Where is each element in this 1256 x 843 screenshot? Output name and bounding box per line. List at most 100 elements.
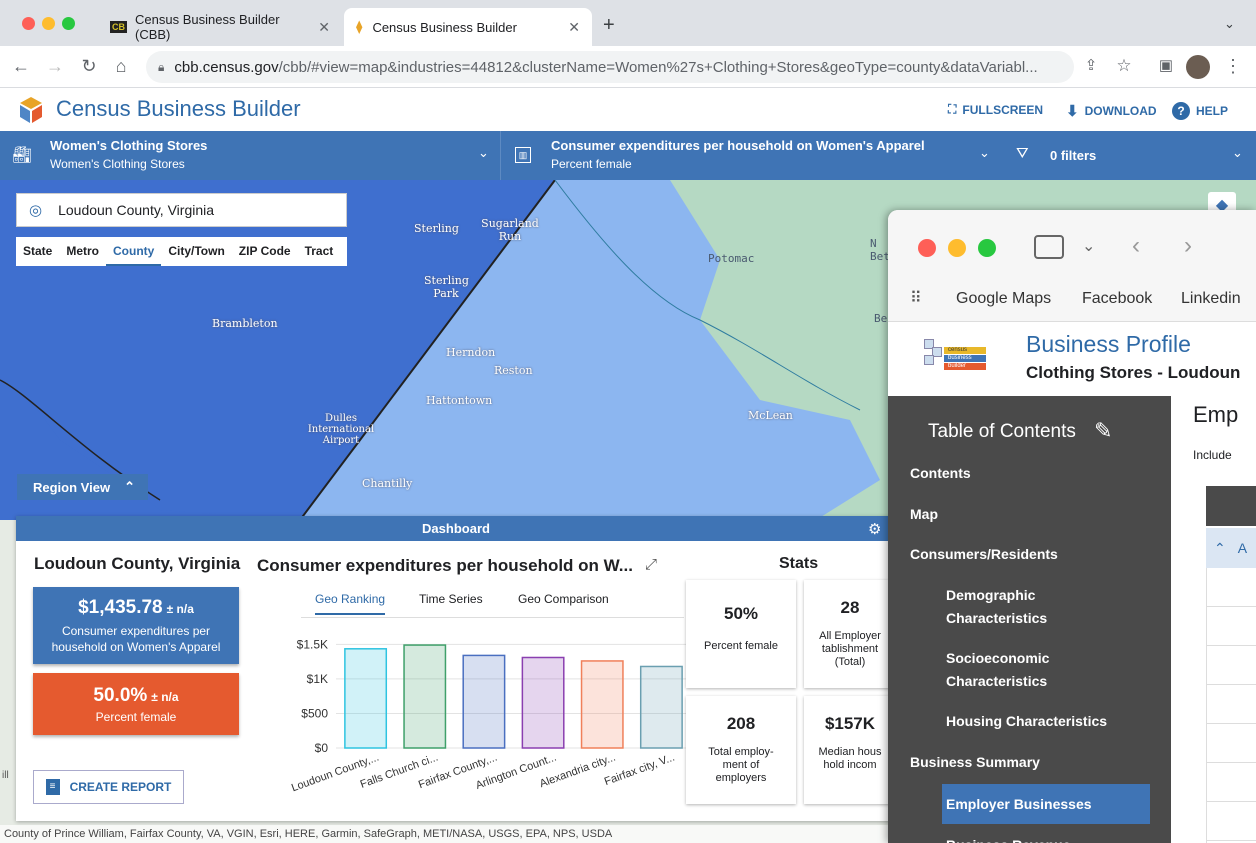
zoom-window-button[interactable] [62, 17, 75, 30]
create-report-button[interactable]: ≡ CREATE REPORT [33, 770, 184, 804]
chevron-down-icon: ⌄ [478, 145, 489, 160]
pencil-icon[interactable]: ✎ [1094, 418, 1112, 444]
geo-tab-zip-code[interactable]: ZIP Code [232, 237, 298, 266]
gear-icon[interactable]: ⚙ [868, 520, 881, 538]
chevron-up-icon: ⌃ [1214, 539, 1226, 556]
geo-tab-metro[interactable]: Metro [59, 237, 106, 266]
map-label: Sterling Park [424, 274, 469, 300]
report-icon: ≡ [45, 779, 60, 795]
toc-item-map[interactable]: Map [910, 503, 938, 526]
dashboard-panel: Dashboard ⚙ Loudoun County, Virginia $1,… [16, 516, 896, 821]
filters-selector[interactable]: ⛛ 0 filters ⌄ [1000, 131, 1256, 180]
map-attribution: County of Prince William, Fairfax County… [0, 825, 900, 843]
table-group-row[interactable]: ⌃ A [1206, 528, 1256, 568]
toc-item-business-summary[interactable]: Business Summary [910, 751, 1040, 774]
fullscreen-button[interactable]: ⛶ FULLSCREEN [948, 102, 1043, 117]
sidebar-toggle-icon[interactable] [1034, 235, 1064, 259]
app-title: Census Business Builder [56, 96, 301, 121]
toc-item-consumers[interactable]: Consumers/Residents [910, 543, 1058, 566]
minimize-window-button[interactable] [42, 17, 55, 30]
download-label: DOWNLOAD [1084, 104, 1157, 118]
menu-kebab-icon[interactable]: ⋮ [1222, 56, 1244, 77]
apps-grid-icon[interactable]: ⠿ [910, 288, 923, 308]
toc-item-demographic[interactable]: Demographic Characteristics [946, 584, 1066, 630]
chart-bar[interactable] [462, 654, 506, 749]
y-tick-label: $500 [301, 706, 328, 720]
new-tab-icon[interactable]: + [603, 14, 615, 37]
tab-close-icon[interactable]: ✕ [568, 19, 580, 36]
geo-tab-county[interactable]: County [106, 237, 162, 266]
map-label: Potomac [708, 252, 755, 265]
logo-word: census [944, 347, 986, 354]
industry-selector[interactable]: 🏭︎ Women's Clothing Stores Women's Cloth… [0, 131, 500, 180]
variable-selector[interactable]: ▥ Consumer expenditures per household on… [500, 131, 1000, 180]
chart-tab-time-series[interactable]: Time Series [419, 592, 483, 606]
profile-title: Business Profile [1026, 331, 1191, 357]
map-label: Chantilly [362, 477, 413, 490]
bookmark-star-icon[interactable]: ☆ [1113, 56, 1135, 76]
browser-tab-cbb[interactable]: CB Census Business Builder (CBB) ✕ [98, 8, 342, 46]
chart-tab-geo-ranking[interactable]: Geo Ranking [315, 592, 386, 615]
forward-icon[interactable]: → [44, 56, 66, 77]
y-tick-label: $1.5K [297, 637, 328, 651]
geo-tab-city-town[interactable]: City/Town [161, 237, 231, 266]
table-header [1206, 486, 1256, 526]
toc-item-contents[interactable]: Contents [910, 462, 971, 485]
sidebar-icon[interactable]: ▣ [1155, 56, 1177, 74]
browser-tab-strip: CB Census Business Builder (CBB) ✕ ⧫ Cen… [0, 0, 1256, 46]
address-bar[interactable]: 🔒︎ cbb.census.gov /cbb/#view=map&industr… [146, 51, 1074, 83]
profile-avatar[interactable] [1186, 55, 1210, 79]
chart-bar[interactable] [344, 648, 388, 749]
geo-tab-state[interactable]: State [16, 237, 59, 266]
map-label: Hattontown [426, 394, 493, 407]
toc-item-socioeconomic[interactable]: Socioeconomic Characteristics [946, 647, 1066, 693]
region-view-toggle[interactable]: Region View ⌃ [17, 474, 148, 500]
toc-item-label: Employer Businesses [946, 796, 1092, 812]
tab-close-icon[interactable]: ✕ [318, 19, 330, 36]
chevron-up-icon: ⌃ [124, 479, 135, 494]
chart-bar[interactable] [580, 660, 624, 749]
region-title: Loudoun County, Virginia [34, 554, 241, 573]
chart-tab-geo-comparison[interactable]: Geo Comparison [518, 592, 609, 606]
reload-icon[interactable]: ↻ [78, 56, 100, 77]
geo-type-tabs: State Metro County City/Town ZIP Code Tr… [16, 237, 347, 266]
geo-tab-tract[interactable]: Tract [298, 237, 341, 266]
chart-bar[interactable] [403, 644, 447, 749]
minimize-window-button[interactable] [948, 239, 966, 257]
bookmark-google-maps[interactable]: Google Maps [956, 290, 1051, 308]
stat-value: $157K [824, 714, 876, 733]
close-window-button[interactable] [22, 17, 35, 30]
stat-label: All Employer tablishment (Total) [819, 630, 881, 668]
download-button[interactable]: ⬇ DOWNLOAD [1066, 102, 1157, 120]
help-button[interactable]: ? HELP [1172, 102, 1228, 120]
chart-bar[interactable] [639, 665, 683, 749]
forward-icon[interactable]: › [1184, 232, 1192, 260]
region-view-label: Region View [33, 479, 111, 495]
bookmark-linkedin[interactable]: Linkedin [1181, 290, 1241, 308]
tab-search-chevron-icon[interactable]: ⌄ [1224, 16, 1235, 32]
logo-word: business [944, 355, 986, 362]
back-icon[interactable]: ← [10, 56, 32, 77]
expand-icon[interactable]: ⤢ [645, 556, 657, 573]
toc-item-housing[interactable]: Housing Characteristics [946, 710, 1107, 733]
locate-icon: ◎ [29, 202, 43, 219]
toc-item-business-revenue[interactable]: Business Revenue [946, 834, 1071, 843]
browser-tab-active[interactable]: ⧫ Census Business Builder ✕ [344, 8, 592, 46]
bookmark-facebook[interactable]: Facebook [1082, 290, 1152, 308]
zoom-window-button[interactable] [978, 239, 996, 257]
filters-label: 0 filters [1050, 148, 1097, 163]
chevron-down-icon[interactable]: ⌄ [1082, 236, 1095, 256]
help-icon: ? [1172, 102, 1190, 120]
share-icon[interactable]: ⇪ [1080, 56, 1102, 74]
home-icon[interactable]: ⌂ [110, 56, 132, 77]
stat-card: $157K Median hous hold incom [804, 696, 896, 804]
location-search-input[interactable]: ◎ Loudoun County, Virginia [16, 193, 347, 227]
chart-bar[interactable] [521, 656, 565, 749]
close-window-button[interactable] [918, 239, 936, 257]
back-icon[interactable]: ‹ [1132, 232, 1140, 260]
kpi-label: Consumer expenditures per household on W… [51, 624, 221, 654]
map-label: Brambleton [212, 317, 278, 330]
kpi-expenditure-card: $1,435.78 ± n/a Consumer expenditures per… [33, 587, 239, 664]
profile-main-content: Emp Include ⌃ A [1171, 396, 1256, 843]
toc-item-employer-businesses[interactable]: Employer Businesses [942, 784, 1150, 824]
